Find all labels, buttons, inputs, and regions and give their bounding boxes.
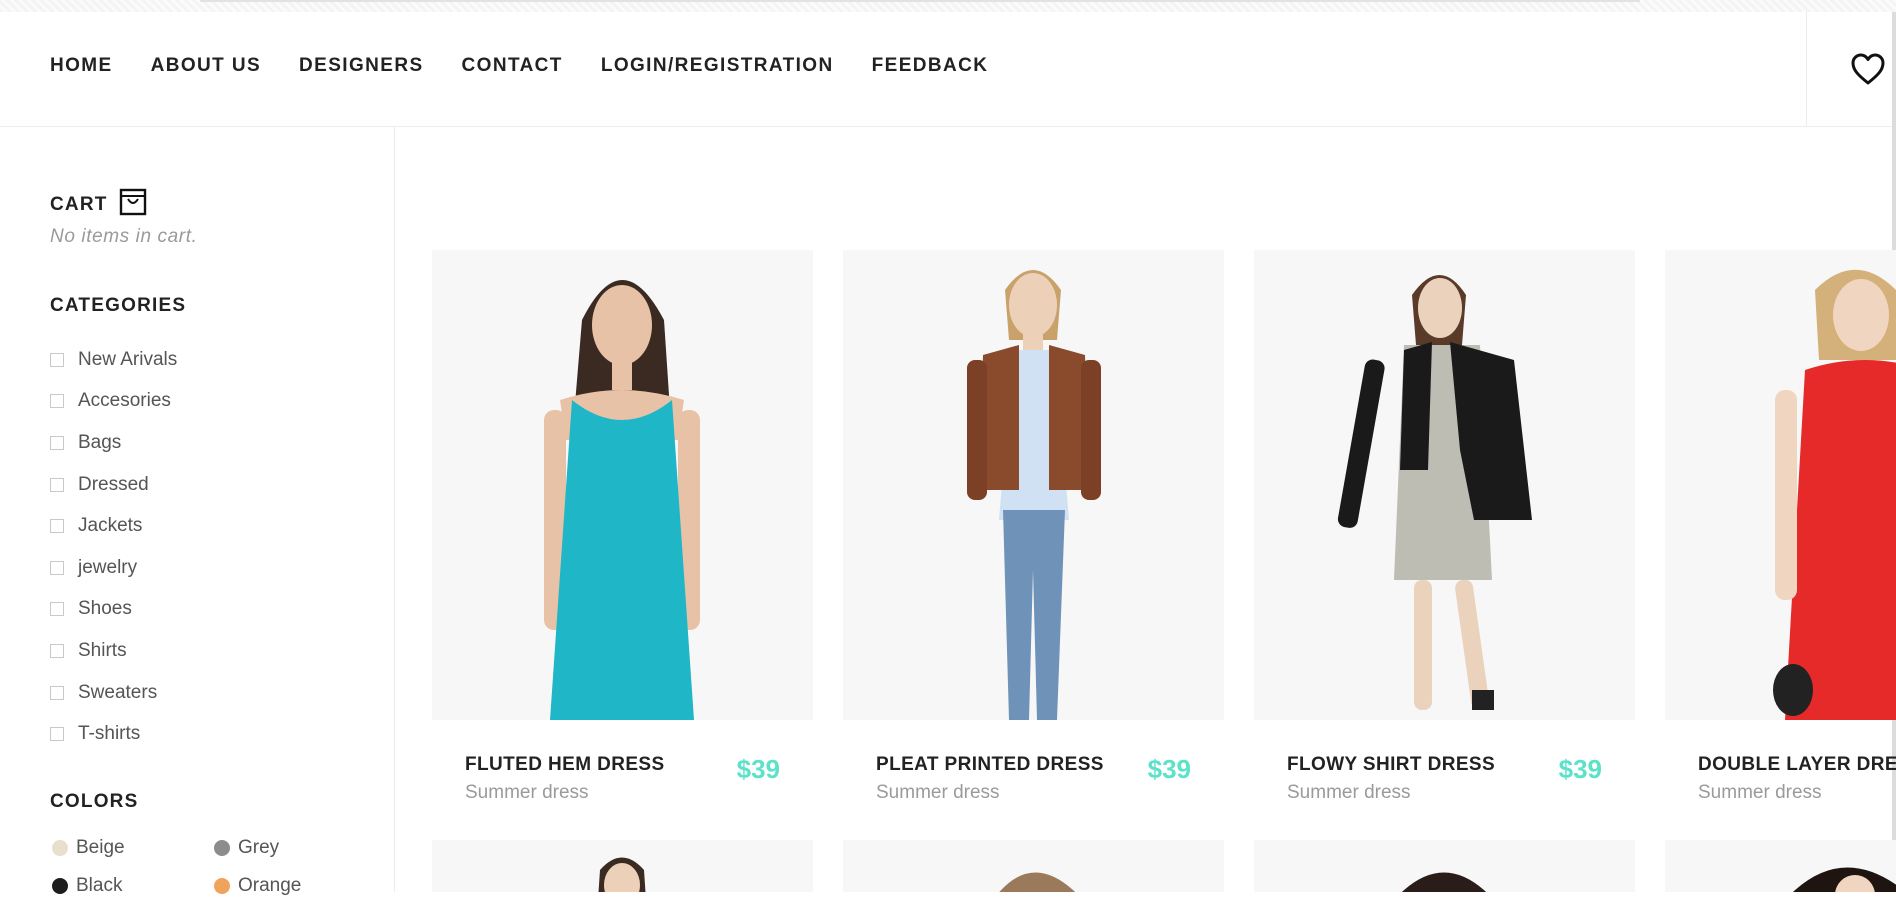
cart-title: CART	[50, 193, 108, 215]
sidebar: CART No items in cart. CATEGORIES New Ar…	[0, 127, 395, 896]
category-item[interactable]: New Arivals	[50, 339, 177, 381]
category-label: New Arivals	[78, 348, 178, 370]
category-item[interactable]: Bags	[50, 422, 177, 464]
nav-login-registration[interactable]: LOGIN/REGISTRATION	[601, 55, 834, 77]
product-price: $39	[736, 754, 780, 784]
product-subtitle: Summer dress	[1287, 782, 1411, 803]
category-item[interactable]: Sweaters	[50, 672, 177, 714]
category-checkbox[interactable]	[50, 560, 64, 575]
color-label: Orange	[238, 875, 302, 896]
main-nav: HOME ABOUT US DESIGNERS CONTACT LOGIN/RE…	[50, 12, 988, 120]
category-list: New Arivals Accesories Bags Dressed Jack…	[50, 339, 177, 755]
product-card[interactable]	[432, 840, 813, 892]
category-checkbox[interactable]	[50, 519, 64, 534]
category-item[interactable]: Jackets	[50, 505, 177, 547]
product-card[interactable]: FLOWY SHIRT DRESS Summer dress $39	[1254, 250, 1635, 810]
category-label: Jackets	[78, 515, 143, 537]
category-checkbox[interactable]	[50, 435, 64, 450]
product-name[interactable]: FLUTED HEM DRESS	[465, 754, 665, 776]
category-label: Accesories	[78, 390, 171, 412]
product-price: $39	[1558, 754, 1602, 784]
product-grid: FLUTED HEM DRESS Summer dress $39 PLEAT …	[394, 127, 1896, 892]
product-info: FLOWY SHIRT DRESS Summer dress $39	[1254, 720, 1635, 810]
product-image[interactable]	[1665, 250, 1896, 720]
color-swatch	[214, 840, 230, 856]
category-label: Dressed	[78, 473, 149, 495]
colors-title: COLORS	[50, 791, 139, 812]
product-info: DOUBLE LAYER DRESS Summer dress	[1665, 720, 1896, 810]
color-swatch	[52, 840, 68, 856]
category-checkbox[interactable]	[50, 352, 64, 367]
color-option-beige[interactable]: Beige	[52, 837, 125, 859]
product-card[interactable]	[843, 840, 1224, 892]
category-item[interactable]: Shirts	[50, 630, 177, 672]
product-subtitle: Summer dress	[1698, 782, 1822, 803]
category-checkbox[interactable]	[50, 394, 64, 409]
category-label: Shirts	[78, 639, 127, 661]
cart-header[interactable]: CART	[50, 187, 148, 222]
category-item[interactable]: jewelry	[50, 547, 177, 589]
color-label: Black	[76, 875, 123, 896]
product-image[interactable]	[1254, 250, 1635, 720]
site-header: HOME ABOUT US DESIGNERS CONTACT LOGIN/RE…	[0, 12, 1896, 127]
category-label: jewelry	[78, 556, 138, 578]
product-name[interactable]: DOUBLE LAYER DRESS	[1698, 754, 1896, 776]
categories-title: CATEGORIES	[50, 295, 187, 316]
product-name[interactable]: PLEAT PRINTED DRESS	[876, 754, 1104, 776]
product-image[interactable]	[432, 250, 813, 720]
category-checkbox[interactable]	[50, 727, 64, 742]
product-card[interactable]: DOUBLE LAYER DRESS Summer dress	[1665, 250, 1896, 810]
color-label: Beige	[76, 837, 125, 858]
product-image[interactable]	[843, 250, 1224, 720]
category-item[interactable]: Shoes	[50, 589, 177, 631]
cart-empty-message: No items in cart.	[50, 226, 198, 247]
product-info: FLUTED HEM DRESS Summer dress $39	[432, 720, 813, 810]
shopping-bag-icon[interactable]	[118, 187, 148, 222]
heart-icon[interactable]	[1850, 52, 1886, 88]
product-price: $39	[1147, 754, 1191, 784]
category-label: Bags	[78, 431, 122, 453]
nav-contact[interactable]: CONTACT	[462, 55, 563, 77]
category-checkbox[interactable]	[50, 643, 64, 658]
nav-feedback[interactable]: FEEDBACK	[872, 55, 989, 77]
category-label: Sweaters	[78, 681, 158, 703]
product-name[interactable]: FLOWY SHIRT DRESS	[1287, 754, 1495, 776]
top-strip-bar	[200, 0, 1640, 2]
color-label: Grey	[238, 837, 280, 858]
nav-designers[interactable]: DESIGNERS	[299, 55, 424, 77]
product-subtitle: Summer dress	[465, 782, 589, 803]
product-info: PLEAT PRINTED DRESS Summer dress $39	[843, 720, 1224, 810]
color-option-grey[interactable]: Grey	[214, 837, 279, 859]
category-checkbox[interactable]	[50, 602, 64, 617]
color-option-black[interactable]: Black	[52, 875, 122, 897]
color-option-orange[interactable]: Orange	[214, 875, 301, 897]
category-label: Shoes	[78, 598, 132, 620]
header-divider	[1806, 12, 1807, 126]
category-item[interactable]: T-shirts	[50, 713, 177, 755]
product-card[interactable]	[1665, 840, 1896, 892]
category-checkbox[interactable]	[50, 685, 64, 700]
category-label: T-shirts	[78, 723, 141, 745]
product-subtitle: Summer dress	[876, 782, 1000, 803]
product-card[interactable]: FLUTED HEM DRESS Summer dress $39	[432, 250, 813, 810]
category-item[interactable]: Accesories	[50, 381, 177, 423]
category-item[interactable]: Dressed	[50, 464, 177, 506]
product-card[interactable]: PLEAT PRINTED DRESS Summer dress $39	[843, 250, 1224, 810]
category-checkbox[interactable]	[50, 477, 64, 492]
nav-home[interactable]: HOME	[50, 55, 113, 77]
product-card[interactable]	[1254, 840, 1635, 892]
nav-about-us[interactable]: ABOUT US	[151, 55, 261, 77]
